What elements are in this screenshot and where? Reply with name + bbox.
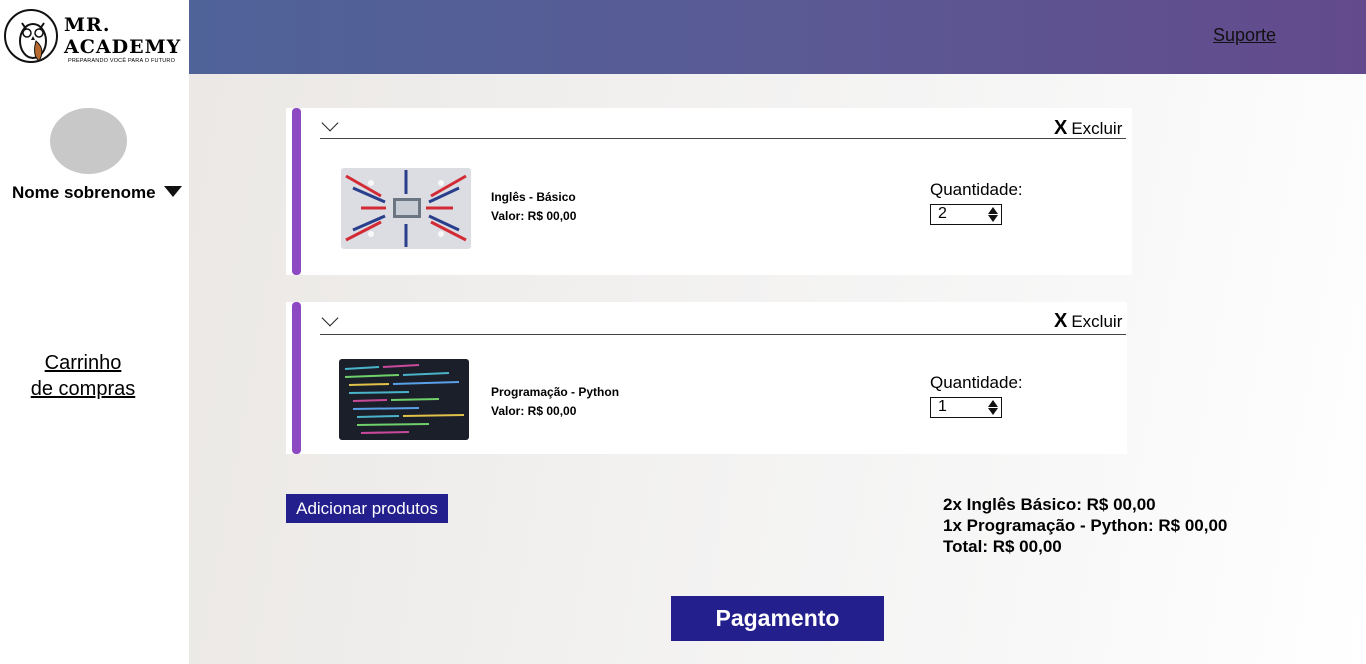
remove-button[interactable]: X Excluir [1054, 310, 1122, 333]
card-accent [292, 302, 301, 454]
spin-up-icon[interactable] [988, 207, 998, 214]
quantity-label: Quantidade: [930, 373, 1023, 392]
chevron-down-icon[interactable] [321, 114, 339, 132]
avatar[interactable] [50, 108, 127, 174]
support-link[interactable]: Suporte [1213, 25, 1276, 46]
product-name: Inglês - Básico [491, 190, 576, 204]
quantity-stepper[interactable]: 1 [930, 397, 1002, 418]
spin-up-icon[interactable] [988, 400, 998, 407]
product-name: Programação - Python [491, 385, 620, 399]
order-summary: 2x Inglês Básico: R$ 00,00 1x Programaçã… [943, 494, 1227, 557]
sidebar-item-cart[interactable]: Carrinho de compras [18, 350, 148, 402]
caret-down-icon[interactable] [164, 186, 182, 197]
add-products-button[interactable]: Adicionar produtos [286, 494, 448, 523]
remove-button[interactable]: X Excluir [1054, 117, 1122, 140]
cart-link-line1: Carrinho [44, 352, 122, 374]
cart-item: XExcluir Inglês - Básico Valor: R$ 00,0 [286, 108, 1132, 275]
cart-item: X Excluir Programação - Python Valor: R$… [286, 302, 1127, 454]
divider [320, 334, 1126, 335]
brand-name-line1: MR. [64, 14, 111, 36]
summary-line: 2x Inglês Básico: R$ 00,00 [943, 495, 1156, 514]
user-name[interactable]: Nome sobrenome [12, 183, 156, 203]
owl-logo-icon [4, 9, 58, 63]
english-flags-image [341, 168, 471, 249]
product-price: Valor: R$ 00,00 [491, 404, 577, 418]
chevron-down-icon[interactable] [321, 309, 339, 327]
quantity-stepper[interactable]: 2 [930, 204, 1002, 225]
quantity-value: 2 [938, 205, 947, 222]
brand-name-line2: ACADEMY [64, 36, 182, 58]
remove-label: Excluir [1071, 312, 1123, 331]
quantity-value: 1 [938, 398, 947, 415]
summary-total: Total: R$ 00,00 [943, 537, 1062, 556]
cart-link-line2: de compras [30, 378, 136, 400]
remove-label: Excluir [1071, 119, 1123, 138]
logo[interactable]: MR. ACADEMY PREPARANDO VOCÊ PARA O FUTUR… [0, 0, 189, 74]
brand-tagline: PREPARANDO VOCÊ PARA O FUTURO [68, 58, 176, 64]
payment-button[interactable]: Pagamento [671, 596, 884, 641]
divider [320, 138, 1126, 139]
card-accent [292, 108, 301, 275]
product-price: Valor: R$ 00,00 [491, 209, 577, 223]
quantity-label: Quantidade: [930, 180, 1023, 199]
summary-line: 1x Programação - Python: R$ 00,00 [943, 516, 1228, 535]
close-icon: X [1054, 310, 1068, 332]
spin-down-icon[interactable] [988, 408, 998, 415]
spin-down-icon[interactable] [988, 215, 998, 222]
top-bar: Suporte [189, 0, 1366, 74]
code-screen-image [339, 359, 469, 440]
close-icon: X [1054, 117, 1068, 139]
